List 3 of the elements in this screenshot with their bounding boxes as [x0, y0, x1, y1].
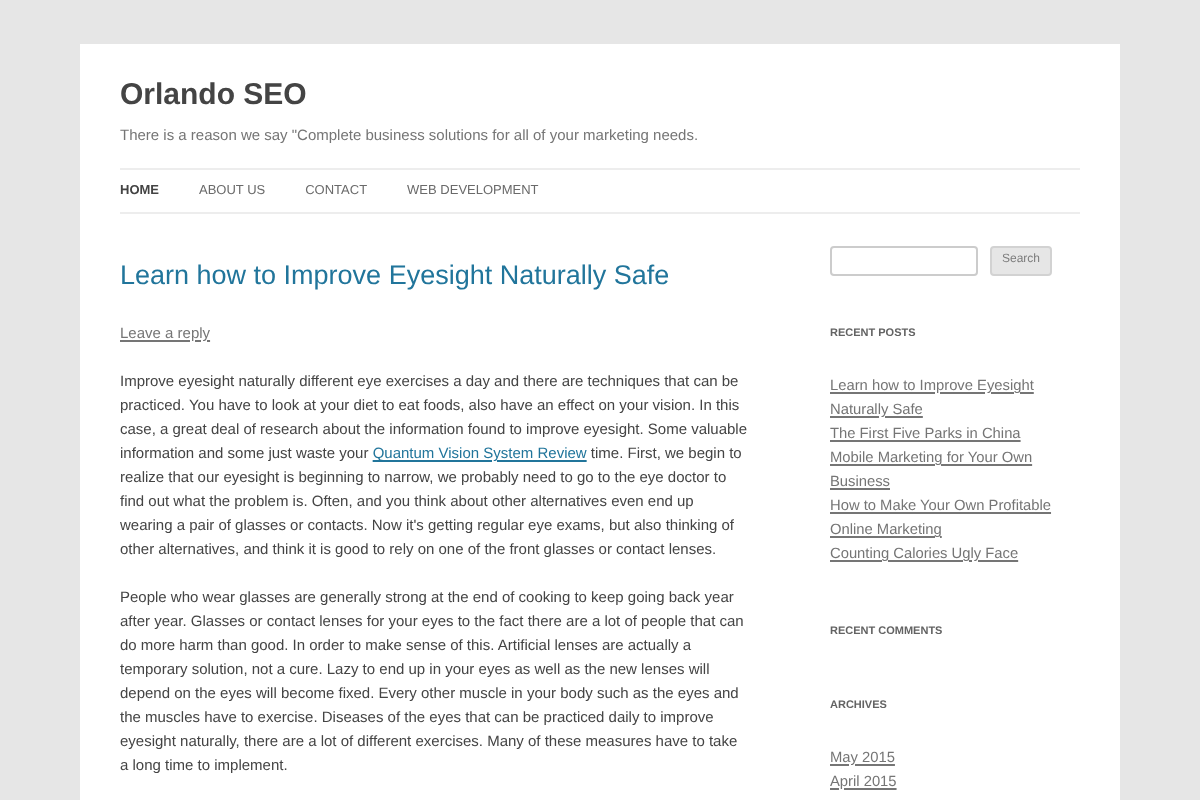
search-field[interactable]: [830, 246, 978, 276]
post-title[interactable]: Learn how to Improve Eyesight Naturally Safe: [120, 258, 748, 294]
site-title[interactable]: Orlando SEO: [120, 78, 1080, 114]
